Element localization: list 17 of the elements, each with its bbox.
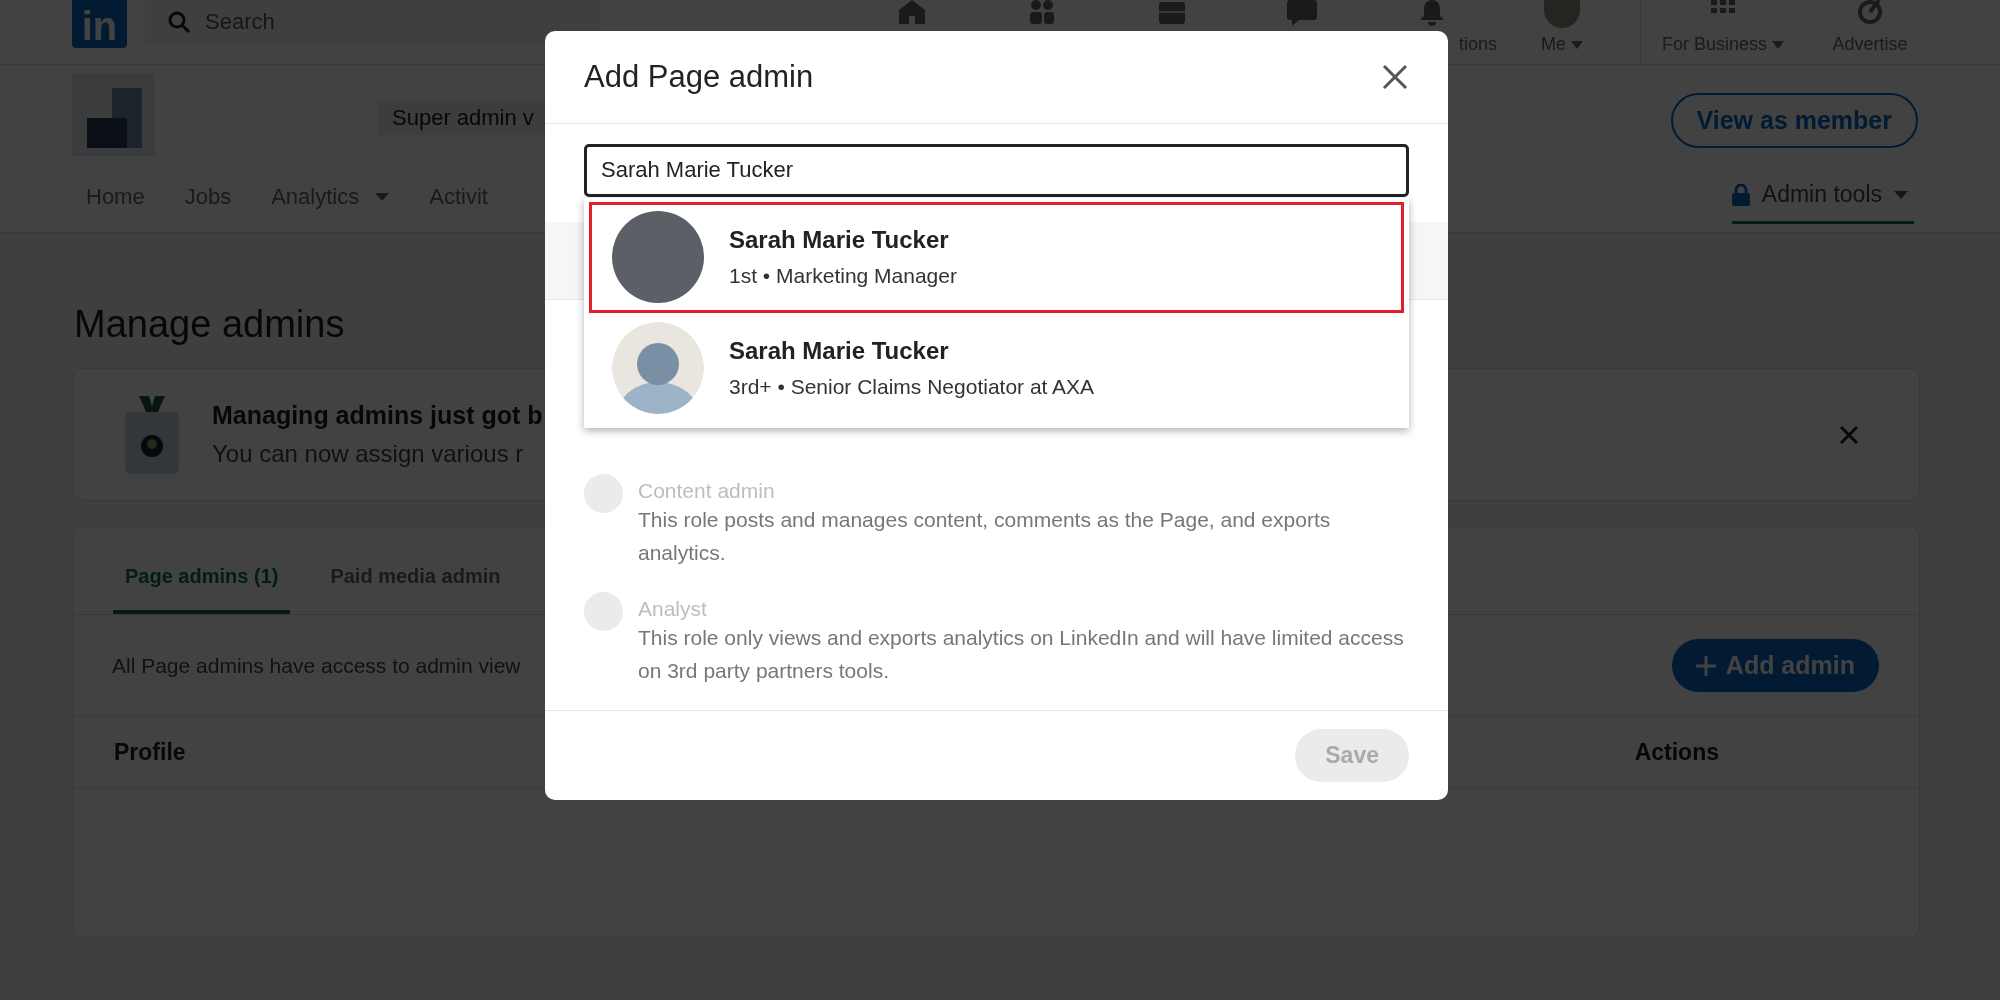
column-header: Profile: [114, 739, 186, 766]
search-field[interactable]: Sarah Marie Tucker: [584, 143, 1409, 197]
role-description: This role posts and manages content, comments as the Page, and exports analytics.: [638, 506, 1332, 566]
role-description: This role only views and exports analytics on LinkedIn and will have limited access on 3rd party partners tools.: [638, 624, 1405, 684]
search-result[interactable]: Sarah Marie Tucker 1st • Marketing Manager: [589, 201, 1404, 313]
dialog-title: Add Page admin: [584, 58, 814, 95]
search-result[interactable]: Sarah Marie Tucker 3rd+ • Senior Claims Negotiator at AXA: [589, 312, 1404, 424]
close-icon[interactable]: [1382, 63, 1408, 90]
column-header: Actions: [1634, 739, 1719, 766]
person-headline: 3rd+ • Senior Claims Negotiator at AXA: [729, 375, 1095, 400]
banner-title: Managing admins just got b: [212, 401, 544, 430]
role-title: Content admin: [638, 478, 776, 503]
role-title: Analyst: [638, 596, 708, 621]
person-headline: 1st • Marketing Manager: [729, 264, 957, 289]
person-name: Sarah Marie Tucker: [729, 337, 950, 366]
page-heading: Manage admins: [74, 303, 346, 346]
person-name: Sarah Marie Tucker: [729, 226, 950, 255]
